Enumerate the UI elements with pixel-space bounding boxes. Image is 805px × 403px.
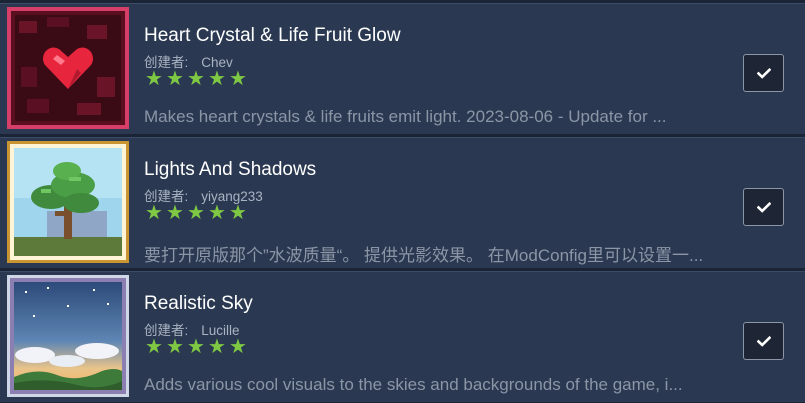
mod-description: Makes heart crystals & life fruits emit … [144, 107, 667, 126]
list-item[interactable]: Heart Crystal & Life Fruit Glow 创建者: Chev… [0, 3, 805, 134]
star-icon: ★ [229, 68, 247, 90]
star-icon: ★ [166, 68, 184, 90]
subscribe-checkbox[interactable] [743, 188, 784, 226]
star-icon: ★ [166, 336, 184, 358]
star-icon: ★ [208, 336, 226, 358]
sky-icon [7, 275, 129, 397]
subscribe-checkbox[interactable] [743, 54, 784, 92]
checkmark-icon [756, 201, 771, 213]
rating-stars: ★ ★ ★ ★ ★ [144, 68, 248, 90]
mod-description: 要打开原版那个”水波质量“。 提供光影效果。 在ModConfig里可以设置一.… [144, 246, 704, 265]
star-icon: ★ [187, 202, 205, 224]
list-item[interactable]: Lights And Shadows 创建者: yiyang233 ★ ★ ★ ★… [0, 137, 805, 268]
rating-stars: ★ ★ ★ ★ ★ [144, 202, 248, 224]
mod-thumbnail[interactable] [7, 275, 129, 397]
mod-title[interactable]: Lights And Shadows [144, 159, 316, 181]
star-icon: ★ [145, 336, 163, 358]
checkmark-icon [756, 335, 771, 347]
mod-title[interactable]: Heart Crystal & Life Fruit Glow [144, 25, 401, 47]
heart-crystal-icon [7, 7, 129, 129]
star-icon: ★ [187, 68, 205, 90]
star-icon: ★ [208, 68, 226, 90]
star-icon: ★ [229, 202, 247, 224]
star-icon: ★ [166, 202, 184, 224]
star-icon: ★ [208, 202, 226, 224]
mod-thumbnail[interactable] [7, 141, 129, 263]
mod-thumbnail[interactable] [7, 7, 129, 129]
tree-icon [7, 141, 129, 263]
mod-description: Adds various cool visuals to the skies a… [144, 375, 683, 394]
list-item[interactable]: Realistic Sky 创建者: Lucille ★ ★ ★ ★ ★ Adds… [0, 271, 805, 402]
star-icon: ★ [187, 336, 205, 358]
rating-stars: ★ ★ ★ ★ ★ [144, 336, 248, 358]
subscribe-checkbox[interactable] [743, 322, 784, 360]
mod-list: Heart Crystal & Life Fruit Glow 创建者: Chev… [0, 0, 805, 403]
star-icon: ★ [145, 202, 163, 224]
checkmark-icon [756, 67, 771, 79]
star-icon: ★ [229, 336, 247, 358]
mod-title[interactable]: Realistic Sky [144, 293, 253, 315]
star-icon: ★ [145, 68, 163, 90]
